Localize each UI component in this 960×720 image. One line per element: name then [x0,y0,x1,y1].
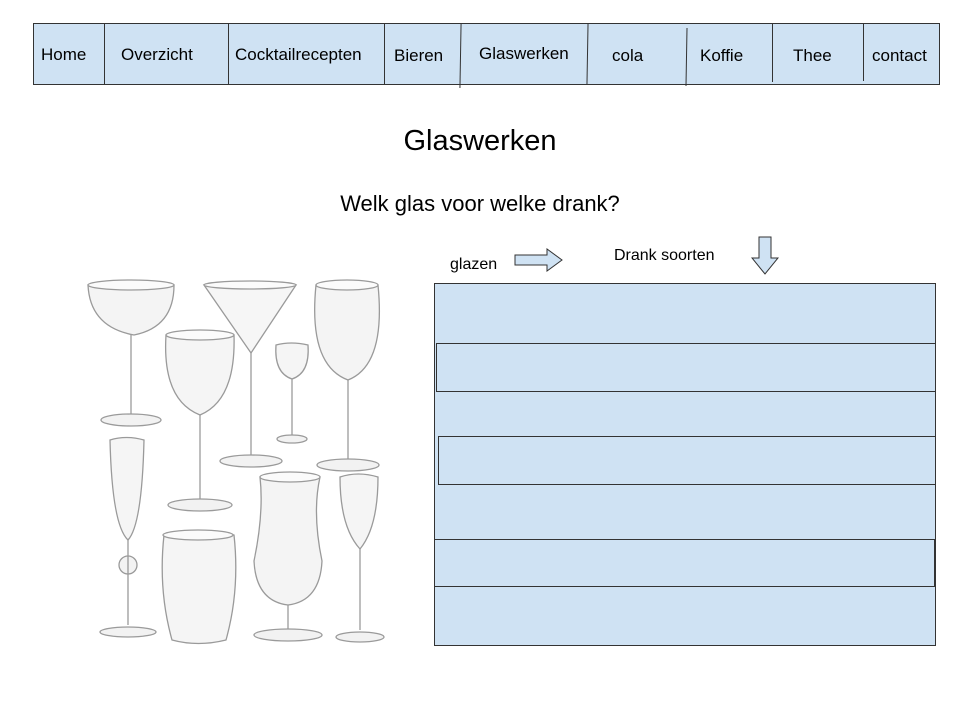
page-title: Glaswerken [403,125,557,157]
nav-item-label: Thee [793,46,832,65]
nav-item-bieren[interactable]: Bieren [385,24,460,84]
drank-soorten-label: Drank soorten [614,247,715,264]
top-navigation-bar: Home Overzicht Cocktailrecepten Bieren G… [33,23,940,89]
nav-item-label: Koffie [700,46,744,65]
nav-item-contact[interactable]: contact [864,24,939,84]
nav-item-koffie[interactable]: Koffie [687,24,772,84]
page-subtitle: Welk glas voor welke drank? [340,191,620,216]
nav-item-cocktailrecepten[interactable]: Cocktailrecepten [229,24,384,84]
nav-item-glaswerken[interactable]: Glaswerken [461,24,586,84]
glazen-label: glazen [450,256,498,273]
table-row[interactable] [434,539,935,587]
glassware-image [76,265,406,657]
nav-item-label: Overzicht [121,45,193,64]
arrow-down-icon [751,236,779,275]
nav-item-label: Glaswerken [479,44,569,63]
nav-item-label: cola [612,46,644,65]
nav-item-label: Cocktailrecepten [235,45,362,64]
nav-item-overzicht[interactable]: Overzicht [105,24,228,84]
nav-item-label: Home [41,45,87,64]
nav-item-label: Bieren [394,46,444,65]
table-row[interactable] [438,436,936,485]
nav-item-cola[interactable]: cola [588,24,686,84]
arrow-right-icon [514,248,563,272]
table-row[interactable] [436,343,936,392]
nav-item-home[interactable]: Home [34,24,104,84]
nav-item-label: contact [872,46,927,65]
nav-item-thee[interactable]: Thee [773,24,863,84]
